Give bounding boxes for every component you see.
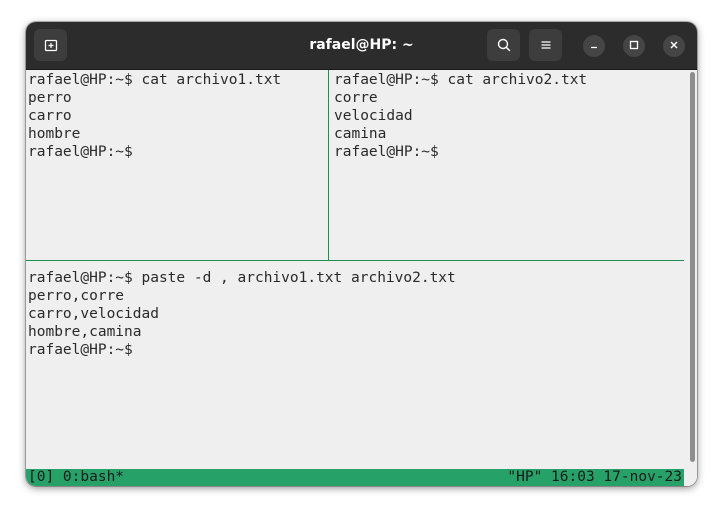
terminal-line: hombre bbox=[28, 126, 81, 142]
terminal-line: rafael@HP:~$ bbox=[28, 342, 133, 358]
terminal-line: perro bbox=[28, 90, 72, 106]
new-tab-button[interactable] bbox=[34, 29, 67, 61]
pane-divider-horizontal[interactable] bbox=[26, 260, 684, 261]
terminal-line: carro bbox=[28, 108, 72, 124]
menu-button[interactable] bbox=[529, 29, 562, 61]
terminal-line: rafael@HP:~$ bbox=[28, 144, 133, 160]
status-window-list[interactable]: [0] 0:bash* bbox=[28, 469, 124, 486]
tmux-pane-left[interactable]: rafael@HP:~$ cat archivo1.txt perro carr… bbox=[28, 71, 326, 259]
close-button[interactable] bbox=[663, 35, 685, 57]
minimize-button[interactable] bbox=[583, 35, 605, 57]
status-host-clock: "HP" 16:03 17-nov-23 bbox=[507, 469, 682, 485]
search-button[interactable] bbox=[487, 29, 520, 61]
terminal-line: carro,velocidad bbox=[28, 306, 159, 322]
tmux-pane-right[interactable]: rafael@HP:~$ cat archivo2.txt corre velo… bbox=[334, 71, 684, 259]
maximize-icon bbox=[629, 37, 639, 55]
terminal-window: rafael@HP: ~ rafael@HP:~$ cat archivo1.t… bbox=[26, 22, 697, 486]
maximize-button[interactable] bbox=[623, 35, 645, 57]
terminal-line: rafael@HP:~$ cat archivo2.txt bbox=[334, 72, 588, 88]
headerbar: rafael@HP: ~ bbox=[26, 22, 697, 70]
terminal-area[interactable]: rafael@HP:~$ cat archivo1.txt perro carr… bbox=[26, 70, 697, 486]
terminal-line: rafael@HP:~$ paste -d , archivo1.txt arc… bbox=[28, 270, 456, 286]
hamburger-menu-icon bbox=[538, 37, 554, 53]
pane-divider-vertical[interactable] bbox=[328, 70, 329, 260]
terminal-line: corre bbox=[334, 90, 378, 106]
tmux-status-bar: [0] 0:bash* "HP" 16:03 17-nov-23 bbox=[26, 469, 684, 486]
search-icon bbox=[496, 37, 512, 53]
close-icon bbox=[669, 37, 679, 55]
terminal-line: camina bbox=[334, 126, 387, 142]
terminal-line: hombre,camina bbox=[28, 324, 142, 340]
scrollbar[interactable] bbox=[690, 72, 695, 462]
terminal-line: perro,corre bbox=[28, 288, 125, 304]
new-tab-icon bbox=[43, 37, 59, 53]
terminal-line: velocidad bbox=[334, 108, 413, 124]
terminal-line: rafael@HP:~$ bbox=[334, 144, 439, 160]
tmux-pane-bottom[interactable]: rafael@HP:~$ paste -d , archivo1.txt arc… bbox=[28, 269, 684, 466]
terminal-line: rafael@HP:~$ cat archivo1.txt bbox=[28, 72, 282, 88]
minimize-icon bbox=[589, 37, 599, 55]
